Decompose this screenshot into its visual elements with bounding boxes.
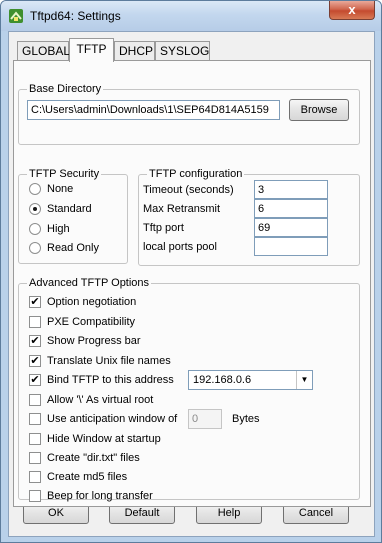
tab-label: GLOBAL (22, 44, 71, 58)
window-title: Tftpd64: Settings (30, 9, 121, 23)
tab-label: DHCP (119, 44, 154, 58)
settings-window: Tftpd64: Settings x GLOBAL TFTP DHCP SYS… (0, 0, 382, 543)
tftp-tab-panel: Base Directory C:\Users\admin\Downloads\… (13, 60, 371, 507)
radio-label: High (47, 223, 70, 235)
local-ports-pool-label: local ports pool (143, 241, 217, 253)
tab-dhcp[interactable]: DHCP (114, 41, 155, 61)
checkbox[interactable] (29, 471, 41, 483)
checkbox[interactable] (29, 490, 41, 502)
timeout-label: Timeout (seconds) (143, 184, 234, 196)
base-directory-input[interactable]: C:\Users\admin\Downloads\1\SEP64D814A515… (27, 100, 280, 120)
checkbox-checked[interactable]: ✔ (29, 296, 41, 308)
anticipation-window-input[interactable]: 0 (188, 409, 222, 429)
radio-button[interactable] (29, 183, 41, 195)
advanced-tftp-options-label: Advanced TFTP Options (27, 276, 152, 290)
browse-button[interactable]: Browse (289, 99, 349, 121)
dialog-client-area: GLOBAL TFTP DHCP SYSLOG Base Directory C… (8, 31, 375, 537)
tftp-configuration-label: TFTP configuration (147, 167, 245, 181)
checkbox[interactable] (29, 452, 41, 464)
bind-address-value: 192.168.0.6 (193, 374, 252, 386)
checkbox-checked[interactable]: ✔ (29, 335, 41, 347)
radio-label: None (47, 183, 74, 195)
close-button[interactable]: x (329, 1, 375, 20)
radio-button[interactable] (29, 223, 41, 235)
checkbox[interactable] (29, 413, 41, 425)
checkbox-label: Create "dir.txt" files (47, 452, 140, 464)
anticipation-unit-label: Bytes (232, 413, 260, 425)
chevron-down-icon[interactable]: ▼ (296, 371, 312, 389)
checkbox-label: Show Progress bar (47, 335, 141, 347)
timeout-input[interactable]: 3 (254, 180, 328, 199)
checkbox-label: Hide Window at startup (47, 433, 161, 445)
tab-tftp[interactable]: TFTP (69, 38, 114, 62)
checkbox-label: Option negotiation (47, 296, 137, 308)
checkbox-label: Allow '\' As virtual root (47, 394, 154, 406)
checkbox-label: Create md5 files (47, 471, 128, 483)
checkbox-checked[interactable]: ✔ (29, 355, 41, 367)
checkbox[interactable] (29, 433, 41, 445)
radio-label: Read Only (47, 242, 99, 254)
title-bar[interactable]: Tftpd64: Settings x (1, 1, 381, 31)
tab-syslog[interactable]: SYSLOG (155, 41, 210, 61)
local-ports-pool-input[interactable] (254, 237, 328, 256)
close-icon: x (348, 2, 356, 17)
checkbox-label: Use anticipation window of (47, 413, 178, 425)
tftp-port-label: Tftp port (143, 222, 184, 234)
tab-label: SYSLOG (160, 44, 210, 58)
tftp-port-input[interactable]: 69 (254, 218, 328, 237)
checkbox-label: Beep for long transfer (47, 490, 153, 502)
base-directory-label: Base Directory (27, 82, 104, 96)
radio-label: Standard (47, 203, 92, 215)
base-directory-group: Base Directory C:\Users\admin\Downloads\… (18, 82, 360, 145)
bind-address-select[interactable]: 192.168.0.6 ▼ (188, 370, 313, 390)
max-retransmit-label: Max Retransmit (143, 203, 221, 215)
checkbox-label: Bind TFTP to this address (47, 374, 174, 386)
network-plug-icon (9, 9, 23, 23)
checkbox-checked[interactable]: ✔ (29, 374, 41, 386)
tftp-configuration-group: TFTP configuration Timeout (seconds) 3 M… (138, 167, 360, 266)
tab-global[interactable]: GLOBAL (17, 41, 71, 61)
advanced-tftp-options-group: Advanced TFTP Options ✔ Option negotiati… (18, 276, 360, 502)
tftp-security-label: TFTP Security (27, 167, 102, 181)
checkbox-label: PXE Compatibility (47, 316, 136, 328)
tftp-security-group: TFTP Security None Standard High Read On… (18, 167, 128, 264)
radio-button-selected[interactable] (29, 203, 41, 215)
checkbox-label: Translate Unix file names (47, 355, 171, 367)
radio-button[interactable] (29, 242, 41, 254)
checkbox[interactable] (29, 316, 41, 328)
tab-label: TFTP (76, 42, 107, 56)
checkbox[interactable] (29, 394, 41, 406)
max-retransmit-input[interactable]: 6 (254, 199, 328, 218)
